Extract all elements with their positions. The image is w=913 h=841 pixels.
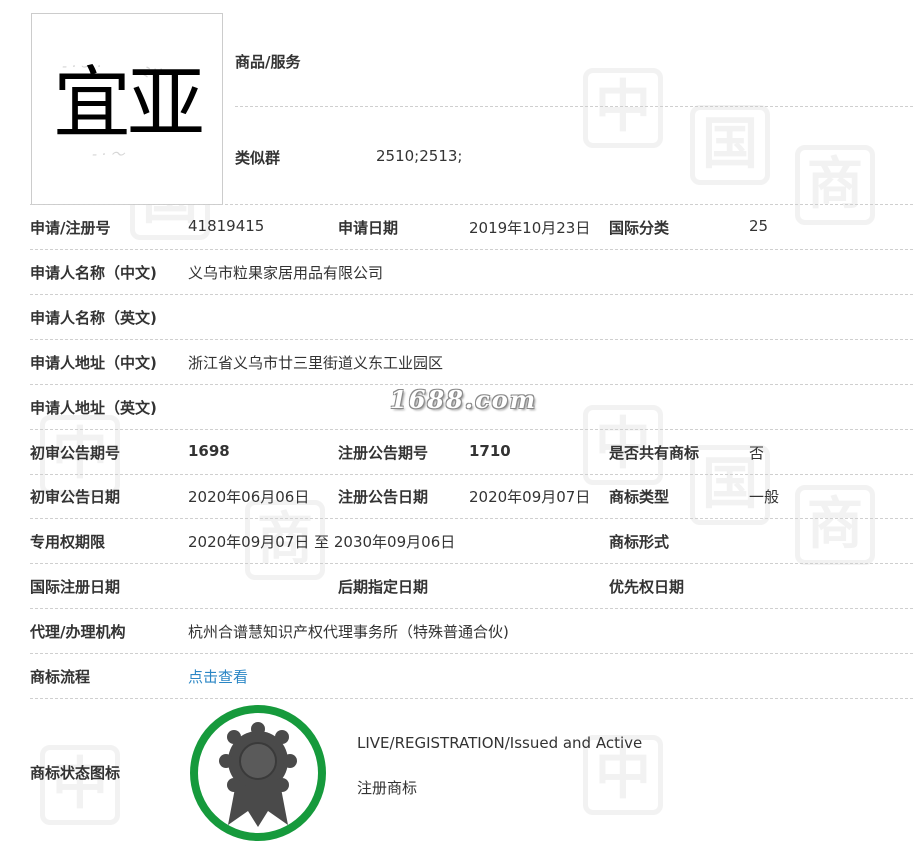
- application-date-label: 申请日期: [338, 219, 399, 237]
- trademark-form-label: 商标形式: [609, 533, 670, 551]
- intl-class-value: 25: [749, 217, 769, 235]
- status-cn-text: 注册商标: [357, 779, 418, 797]
- divider: [30, 294, 913, 295]
- reg-issue-value: 1710: [469, 442, 511, 460]
- divider: [30, 474, 913, 475]
- trademark-type-value: 一般: [749, 488, 780, 506]
- applicant-address-cn-value: 浙江省义乌市廿三里街道义东工业园区: [188, 354, 444, 372]
- watermark-char: 商: [795, 485, 875, 565]
- prelim-date-label: 初审公告日期: [30, 488, 121, 506]
- divider: [30, 518, 913, 519]
- reg-date-value: 2020年09月07日: [469, 488, 591, 506]
- applicant-name-cn-label: 申请人名称（中文): [30, 264, 157, 282]
- registration-number-value: 41819415: [188, 217, 265, 235]
- view-flow-link[interactable]: 点击查看: [188, 666, 248, 687]
- registered-seal-icon: [190, 705, 326, 841]
- registration-number-label: 申请/注册号: [30, 219, 111, 237]
- divider: [30, 204, 913, 205]
- shared-trademark-label: 是否共有商标: [609, 444, 700, 462]
- intl-class-label: 国际分类: [609, 219, 670, 237]
- shared-trademark-value: 否: [749, 444, 765, 462]
- divider: [30, 563, 913, 564]
- applicant-address-cn-label: 申请人地址（中文): [30, 354, 157, 372]
- similar-group-label: 类似群: [235, 149, 281, 167]
- priority-date-label: 优先权日期: [609, 578, 685, 596]
- agency-value: 杭州合谱慧知识产权代理事务所（特殊普通合伙): [188, 623, 509, 641]
- status-en-text: LIVE/REGISTRATION/Issued and Active: [357, 734, 643, 752]
- status-icon-label: 商标状态图标: [30, 764, 121, 782]
- divider: [235, 106, 913, 107]
- exclusive-period-label: 专用权期限: [30, 533, 106, 551]
- trademark-flow-label: 商标流程: [30, 668, 91, 686]
- divider: [30, 429, 913, 430]
- similar-group-value: 2510;2513;: [376, 147, 463, 165]
- watermark-char: 中: [583, 68, 663, 148]
- application-date-value: 2019年10月23日: [469, 219, 591, 237]
- reg-issue-label: 注册公告期号: [338, 444, 429, 462]
- agency-label: 代理/办理机构: [30, 623, 126, 641]
- divider: [30, 653, 913, 654]
- divider: [30, 249, 913, 250]
- trademark-type-label: 商标类型: [609, 488, 670, 506]
- watermark-char: 中: [40, 745, 120, 825]
- goods-services-label: 商品/服务: [235, 53, 301, 71]
- site-watermark: 1688.com: [390, 385, 538, 414]
- prelim-issue-label: 初审公告期号: [30, 444, 121, 462]
- intl-registration-date-label: 国际注册日期: [30, 578, 121, 596]
- badge-icon: [219, 722, 297, 827]
- watermark-char: 国: [690, 105, 770, 185]
- divider: [30, 608, 913, 609]
- divider: [30, 339, 913, 340]
- reg-date-label: 注册公告日期: [338, 488, 429, 506]
- trademark-logo-text: 宜亚: [52, 59, 205, 149]
- applicant-name-en-label: 申请人名称（英文): [30, 309, 157, 327]
- applicant-address-en-label: 申请人地址（英文): [30, 399, 157, 417]
- watermark-char: 商: [795, 145, 875, 225]
- later-designation-date-label: 后期指定日期: [338, 578, 429, 596]
- exclusive-period-value: 2020年09月07日 至 2030年09月06日: [188, 533, 456, 551]
- divider: [30, 698, 913, 699]
- applicant-name-cn-value: 义乌市粒果家居用品有限公司: [188, 264, 384, 282]
- prelim-date-value: 2020年06月06日: [188, 488, 310, 506]
- trademark-logo-image: - · ∽ · ﾐ ∵ - · 〜 宜亚: [31, 13, 223, 205]
- prelim-issue-value: 1698: [188, 442, 230, 460]
